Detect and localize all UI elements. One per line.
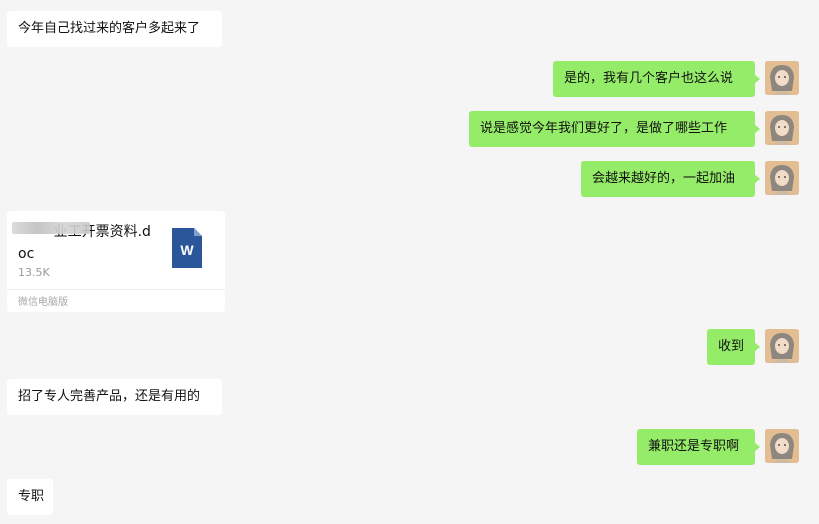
- word-doc-icon-letter: W: [180, 242, 194, 258]
- incoming-message-bubble[interactable]: 今年自己找过来的客户多起来了: [7, 11, 222, 47]
- avatar-image: [765, 111, 799, 145]
- outgoing-message-bubble[interactable]: 兼职还是专职啊: [637, 429, 760, 465]
- avatar-image: [765, 429, 799, 463]
- word-doc-icon: W: [172, 228, 202, 268]
- user-avatar[interactable]: [765, 329, 799, 363]
- file-size: 13.5K: [18, 266, 50, 279]
- avatar-image: [765, 161, 799, 195]
- user-avatar[interactable]: [765, 429, 799, 463]
- outgoing-message-bubble[interactable]: 收到: [707, 329, 760, 365]
- divider: [7, 289, 225, 290]
- avatar-image: [765, 61, 799, 95]
- outgoing-message-bubble[interactable]: 是的，我有几个客户也这么说: [553, 61, 760, 97]
- user-avatar[interactable]: [765, 61, 799, 95]
- file-source-label: 微信电脑版: [18, 297, 68, 308]
- user-avatar[interactable]: [765, 111, 799, 145]
- outgoing-message-bubble[interactable]: 说是感觉今年我们更好了，是做了哪些工作: [469, 111, 760, 147]
- user-avatar[interactable]: [765, 161, 799, 195]
- chat-message-area: 今年自己找过来的客户多起来了 是的，我有几个客户也这么说 说是感觉今年我们更好了…: [0, 0, 819, 524]
- incoming-message-bubble[interactable]: 专职: [7, 479, 53, 515]
- incoming-message-bubble[interactable]: 招了专人完善产品，还是有用的: [7, 379, 222, 415]
- redacted-text: [12, 222, 90, 234]
- outgoing-message-bubble[interactable]: 会越来越好的，一起加油: [581, 161, 760, 197]
- avatar-image: [765, 329, 799, 363]
